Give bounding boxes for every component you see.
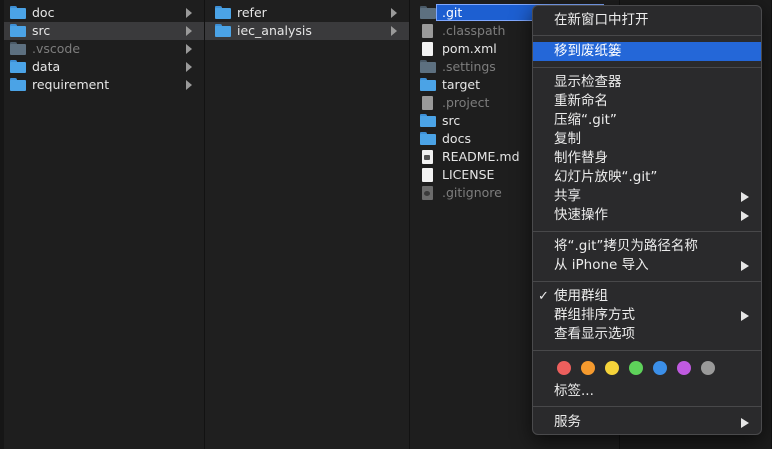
submenu-arrow-icon xyxy=(741,311,749,321)
menu-separator xyxy=(533,67,761,68)
item-label: pom.xml xyxy=(442,41,497,56)
item-label: .vscode xyxy=(32,41,81,56)
item-label: target xyxy=(442,77,481,92)
menu-item-group-by[interactable]: 群组排序方式 xyxy=(533,306,761,325)
menu-item-duplicate[interactable]: 复制 xyxy=(533,130,761,149)
submenu-arrow-icon xyxy=(741,261,749,271)
menu-item-slideshow[interactable]: 幻灯片放映“.git” xyxy=(533,168,761,187)
gear-document-icon xyxy=(420,186,436,200)
document-icon xyxy=(420,96,436,110)
tag-color-picker xyxy=(557,361,715,375)
item-label: src xyxy=(32,23,51,38)
item-label: README.md xyxy=(442,149,520,164)
item-label: .gitignore xyxy=(442,185,502,200)
folder-icon xyxy=(215,24,231,38)
menu-item-open-new-window[interactable]: 在新窗口中打开 xyxy=(533,11,761,30)
menu-item-tags[interactable]: 标签... xyxy=(533,382,761,401)
menu-item-copy-as-pathname[interactable]: 将“.git”拷贝为路径名称 xyxy=(533,237,761,256)
item-label: LICENSE xyxy=(442,167,495,182)
folder-icon xyxy=(10,42,26,56)
menu-item-show-view-options[interactable]: 查看显示选项 xyxy=(533,325,761,344)
folder-icon xyxy=(10,6,26,20)
item-label: .git xyxy=(442,5,463,20)
chevron-right-icon xyxy=(186,62,192,72)
menu-item-label: 使用群组 xyxy=(554,288,608,304)
menu-item-make-alias[interactable]: 制作替身 xyxy=(533,149,761,168)
chevron-right-icon xyxy=(391,26,397,36)
menu-item-label: 群组排序方式 xyxy=(554,307,635,323)
folder-icon xyxy=(420,78,436,92)
submenu-arrow-icon xyxy=(741,192,749,202)
menu-item-move-to-trash[interactable]: 移到废纸篓 xyxy=(533,42,761,61)
folder-icon xyxy=(10,60,26,74)
menu-item-label: 从 iPhone 导入 xyxy=(554,257,649,273)
tag-green-dot[interactable] xyxy=(629,361,643,375)
tag-yellow-dot[interactable] xyxy=(605,361,619,375)
menu-item-services[interactable]: 服务 xyxy=(533,413,761,432)
menu-item-rename[interactable]: 重新命名 xyxy=(533,92,761,111)
item-label: .settings xyxy=(442,59,496,74)
finder-window: doc src .vscode data requirement refer i… xyxy=(0,0,772,449)
submenu-arrow-icon xyxy=(741,418,749,428)
document-icon xyxy=(420,42,436,56)
checkmark-icon: ✓ xyxy=(538,289,549,304)
tag-purple-dot[interactable] xyxy=(677,361,691,375)
folder-icon xyxy=(420,60,436,74)
chevron-right-icon xyxy=(391,8,397,18)
tag-blue-dot[interactable] xyxy=(653,361,667,375)
folder-icon xyxy=(420,6,436,20)
folder-icon xyxy=(10,24,26,38)
tag-gray-dot[interactable] xyxy=(701,361,715,375)
item-label: iec_analysis xyxy=(237,23,312,38)
menu-separator xyxy=(533,231,761,232)
item-label: .project xyxy=(442,95,490,110)
menu-separator xyxy=(533,35,761,36)
list-item-vscode[interactable]: .vscode xyxy=(4,40,204,58)
menu-separator xyxy=(533,281,761,282)
column-2[interactable]: refer iec_analysis xyxy=(205,0,410,449)
chevron-right-icon xyxy=(186,80,192,90)
markdown-document-icon xyxy=(420,150,436,164)
item-label: requirement xyxy=(32,77,110,92)
menu-item-quick-actions[interactable]: 快速操作 xyxy=(533,206,761,225)
chevron-right-icon xyxy=(186,8,192,18)
tag-orange-dot[interactable] xyxy=(581,361,595,375)
menu-separator xyxy=(533,350,761,351)
list-item-iec-analysis[interactable]: iec_analysis xyxy=(205,22,409,40)
chevron-right-icon xyxy=(186,44,192,54)
folder-icon xyxy=(420,132,436,146)
item-label: docs xyxy=(442,131,471,146)
menu-item-show-inspector[interactable]: 显示检查器 xyxy=(533,73,761,92)
column-1[interactable]: doc src .vscode data requirement xyxy=(0,0,205,449)
folder-icon xyxy=(215,6,231,20)
folder-icon xyxy=(420,114,436,128)
list-item-requirement[interactable]: requirement xyxy=(4,76,204,94)
item-label: refer xyxy=(237,5,267,20)
menu-item-import-from-iphone[interactable]: 从 iPhone 导入 xyxy=(533,256,761,275)
list-item-doc[interactable]: doc xyxy=(4,4,204,22)
item-label: doc xyxy=(32,5,55,20)
context-menu: 在新窗口中打开 移到废纸篓 显示检查器 重新命名 压缩“.git” 复制 制作替… xyxy=(532,5,762,435)
menu-item-use-groups[interactable]: ✓ 使用群组 xyxy=(533,287,761,306)
document-icon xyxy=(420,168,436,182)
submenu-arrow-icon xyxy=(741,211,749,221)
list-item-data[interactable]: data xyxy=(4,58,204,76)
list-item-refer[interactable]: refer xyxy=(205,4,409,22)
tag-red-dot[interactable] xyxy=(557,361,571,375)
list-item-src[interactable]: src xyxy=(4,22,204,40)
item-label: src xyxy=(442,113,461,128)
document-icon xyxy=(420,24,436,38)
menu-separator xyxy=(533,406,761,407)
folder-icon xyxy=(10,78,26,92)
chevron-right-icon xyxy=(186,26,192,36)
item-label: data xyxy=(32,59,61,74)
menu-item-compress[interactable]: 压缩“.git” xyxy=(533,111,761,130)
menu-item-label: 共享 xyxy=(554,188,581,204)
item-label: .classpath xyxy=(442,23,506,38)
menu-item-label: 服务 xyxy=(554,414,581,430)
menu-item-label: 快速操作 xyxy=(554,207,608,223)
menu-item-share[interactable]: 共享 xyxy=(533,187,761,206)
